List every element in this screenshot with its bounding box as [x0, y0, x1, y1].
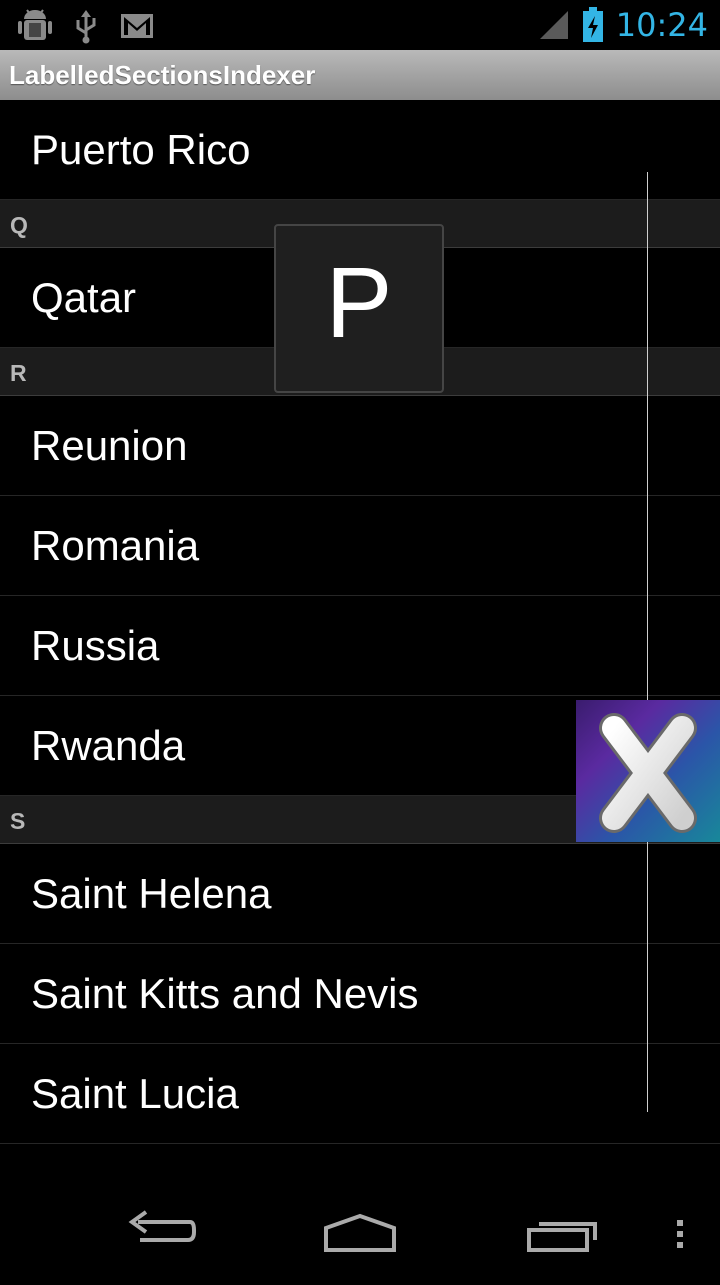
list-item-label: Qatar — [31, 274, 137, 321]
list-item[interactable]: Saint Helena — [0, 844, 720, 944]
list-item-label: Romania — [31, 522, 200, 569]
list-item[interactable]: Saint Lucia — [0, 1044, 720, 1144]
recent-apps-icon — [527, 1222, 597, 1252]
battery-charging-icon — [582, 7, 603, 42]
section-header-label: S — [10, 808, 26, 834]
thumb-x-icon — [599, 713, 697, 833]
menu-button[interactable] — [660, 1180, 700, 1280]
app-title: LabelledSectionsIndexer — [9, 60, 316, 90]
list-item[interactable]: Reunion — [0, 396, 720, 496]
recent-apps-button[interactable] — [515, 1180, 615, 1280]
home-icon — [324, 1213, 396, 1252]
list-item[interactable]: Russia — [0, 596, 720, 696]
fast-scroll-thumb[interactable] — [576, 700, 720, 842]
back-icon — [128, 1210, 196, 1242]
section-header-label: Q — [10, 212, 28, 238]
list-item-label: Reunion — [31, 422, 188, 469]
list-item-label: Saint Kitts and Nevis — [31, 970, 419, 1017]
navigation-bar — [0, 1180, 720, 1280]
gmail-icon — [121, 14, 153, 38]
title-bar: LabelledSectionsIndexer — [0, 50, 720, 100]
status-bar: 10:24 — [0, 0, 720, 50]
list-item-label: Russia — [31, 622, 160, 669]
back-button[interactable] — [110, 1180, 210, 1280]
section-index-overlay: P — [274, 224, 444, 393]
list-item-label: Rwanda — [31, 722, 186, 769]
usb-icon — [76, 10, 96, 44]
list-item-label: Saint Helena — [31, 870, 272, 917]
list-item-label: Puerto Rico — [31, 126, 251, 173]
signal-icon — [539, 11, 568, 39]
list-item[interactable]: Puerto Rico — [0, 100, 720, 200]
home-button[interactable] — [310, 1180, 410, 1280]
list-item-label: Saint Lucia — [31, 1070, 239, 1117]
section-header-label: R — [10, 360, 27, 386]
notification-icons — [18, 8, 154, 44]
android-debug-icon — [18, 9, 52, 40]
clock: 10:24 — [615, 6, 708, 44]
system-status: 10:24 — [538, 6, 708, 44]
fast-scroll-track[interactable] — [647, 172, 648, 1112]
list-item[interactable]: Saint Kitts and Nevis — [0, 944, 720, 1044]
section-index-letter: P — [325, 247, 393, 359]
list-item[interactable]: Romania — [0, 496, 720, 596]
menu-icon — [677, 1220, 683, 1248]
